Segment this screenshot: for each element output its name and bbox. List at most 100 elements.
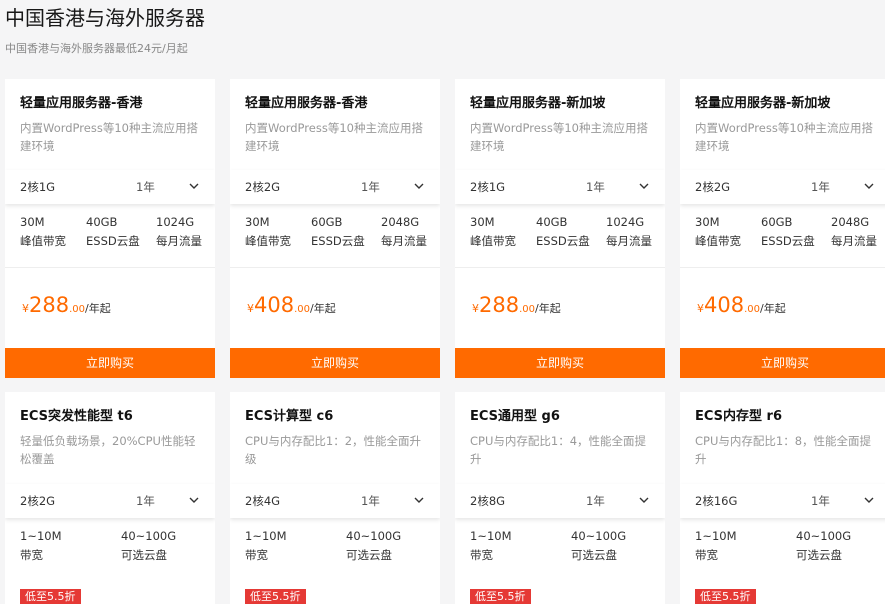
spec-traffic-value: 2048G <box>831 215 870 229</box>
spec-disk-value: 40~100G <box>571 529 627 543</box>
chevron-down-icon <box>864 183 874 189</box>
spec-bandwidth-label: 带宽 <box>245 548 268 562</box>
discount-badge: 低至5.5折 <box>695 589 756 604</box>
product-description: 内置WordPress等10种主流应用搭建环境 <box>20 121 198 153</box>
spec-bandwidth-value: 30M <box>20 215 45 229</box>
price-integer: 408 <box>704 293 745 317</box>
price-integer: 288 <box>479 293 520 317</box>
term-value: 1年 <box>811 180 830 194</box>
price-currency: ¥ <box>697 302 704 315</box>
spec-disk: 60GB ESSD云盘 <box>311 213 365 251</box>
chevron-down-icon <box>189 183 199 189</box>
spec-disk-label: 可选云盘 <box>346 548 392 562</box>
spec-disk: 40GB ESSD云盘 <box>536 213 590 251</box>
spec-value: 2核16G <box>695 494 738 508</box>
spec-disk: 40~100G 可选云盘 <box>796 527 851 565</box>
product-name: ECS通用型 g6 <box>470 409 560 424</box>
product-description: 轻量低负载场景，20%CPU性能轻松覆盖 <box>20 434 196 466</box>
chevron-down-icon <box>414 183 424 189</box>
spec-traffic: 1024G 每月流量 <box>156 213 202 251</box>
spec-disk-value: 40~100G <box>796 529 852 543</box>
spec-bandwidth-label: 峰值带宽 <box>20 234 66 248</box>
spec-traffic-value: 2048G <box>381 215 420 229</box>
spec-disk-label: ESSD云盘 <box>536 234 590 248</box>
price-currency: ¥ <box>472 302 479 315</box>
spec-disk-value: 60GB <box>761 215 793 229</box>
spec-bandwidth-label: 带宽 <box>470 548 493 562</box>
price: ¥408.00/年起 <box>697 293 786 317</box>
spec-bandwidth: 1~10M 带宽 <box>20 527 62 565</box>
spec-disk: 40~100G 可选云盘 <box>121 527 176 565</box>
spec-bandwidth-value: 30M <box>695 215 720 229</box>
price-decimal: .00 <box>519 304 535 315</box>
product-description: 内置WordPress等10种主流应用搭建环境 <box>245 121 423 153</box>
price-decimal: .00 <box>69 304 85 315</box>
spec-bandwidth-value: 30M <box>245 215 270 229</box>
product-card: 轻量应用服务器-新加坡 内置WordPress等10种主流应用搭建环境 2核1G… <box>455 79 665 378</box>
spec-selector[interactable]: 2核16G 1年 <box>680 484 885 518</box>
product-card: ECS计算型 c6 CPU与内存配比1：2，性能全面升级 2核4G 1年 1~1… <box>230 392 440 604</box>
spec-traffic-value: 1024G <box>606 215 645 229</box>
spec-selector[interactable]: 2核1G 1年 <box>5 170 215 204</box>
spec-traffic: 2048G 每月流量 <box>831 213 877 251</box>
chevron-down-icon <box>864 497 874 503</box>
spec-disk-label: 可选云盘 <box>796 548 842 562</box>
buy-button[interactable]: 立即购买 <box>5 348 215 378</box>
spec-value: 2核4G <box>245 494 281 508</box>
product-description: CPU与内存配比1：8，性能全面提升 <box>695 434 872 466</box>
spec-disk-label: ESSD云盘 <box>311 234 365 248</box>
price-currency: ¥ <box>22 302 29 315</box>
spec-disk: 40~100G 可选云盘 <box>346 527 401 565</box>
buy-button[interactable]: 立即购买 <box>680 348 885 378</box>
spec-disk-label: ESSD云盘 <box>86 234 140 248</box>
spec-value: 2核2G <box>20 494 56 508</box>
spec-disk: 60GB ESSD云盘 <box>761 213 815 251</box>
price-currency: ¥ <box>247 302 254 315</box>
price-integer: 408 <box>254 293 295 317</box>
price-decimal: .00 <box>744 304 760 315</box>
spec-selector[interactable]: 2核2G 1年 <box>5 484 215 518</box>
term-value: 1年 <box>361 180 380 194</box>
spec-selector[interactable]: 2核2G 1年 <box>680 170 885 204</box>
spec-value: 2核2G <box>245 180 281 194</box>
spec-selector[interactable]: 2核1G 1年 <box>455 170 665 204</box>
chevron-down-icon <box>414 497 424 503</box>
spec-bandwidth-value: 1~10M <box>470 529 512 543</box>
spec-bandwidth-label: 峰值带宽 <box>470 234 516 248</box>
product-name: ECS突发性能型 t6 <box>20 409 133 424</box>
spec-bandwidth-label: 峰值带宽 <box>245 234 291 248</box>
spec-traffic-value: 1024G <box>156 215 195 229</box>
spec-value: 2核1G <box>470 180 506 194</box>
spec-bandwidth-value: 1~10M <box>695 529 737 543</box>
product-description: CPU与内存配比1：2，性能全面升级 <box>245 434 422 466</box>
buy-button[interactable]: 立即购买 <box>230 348 440 378</box>
price-unit: /年起 <box>310 302 336 315</box>
product-name: ECS内存型 r6 <box>695 409 783 424</box>
term-value: 1年 <box>361 494 380 508</box>
spec-disk-value: 40GB <box>536 215 568 229</box>
product-name: 轻量应用服务器-新加坡 <box>695 96 831 111</box>
spec-disk-label: 可选云盘 <box>121 548 167 562</box>
spec-selector[interactable]: 2核8G 1年 <box>455 484 665 518</box>
spec-selector[interactable]: 2核4G 1年 <box>230 484 440 518</box>
spec-value: 2核2G <box>695 180 731 194</box>
spec-disk-label: ESSD云盘 <box>761 234 815 248</box>
spec-disk-value: 40GB <box>86 215 118 229</box>
product-name: 轻量应用服务器-香港 <box>245 96 368 111</box>
divider <box>455 267 665 268</box>
chevron-down-icon <box>189 497 199 503</box>
spec-traffic: 1024G 每月流量 <box>606 213 652 251</box>
spec-disk-label: 可选云盘 <box>571 548 617 562</box>
product-card: 轻量应用服务器-新加坡 内置WordPress等10种主流应用搭建环境 2核2G… <box>680 79 885 378</box>
divider <box>230 267 440 268</box>
spec-value: 2核1G <box>20 180 56 194</box>
spec-bandwidth-label: 带宽 <box>695 548 718 562</box>
discount-badge: 低至5.5折 <box>470 589 531 604</box>
price-integer: 288 <box>29 293 70 317</box>
buy-button[interactable]: 立即购买 <box>455 348 665 378</box>
spec-bandwidth-value: 30M <box>470 215 495 229</box>
product-name: ECS计算型 c6 <box>245 409 334 424</box>
divider <box>680 267 885 268</box>
spec-selector[interactable]: 2核2G 1年 <box>230 170 440 204</box>
spec-bandwidth: 30M 峰值带宽 <box>20 213 66 251</box>
